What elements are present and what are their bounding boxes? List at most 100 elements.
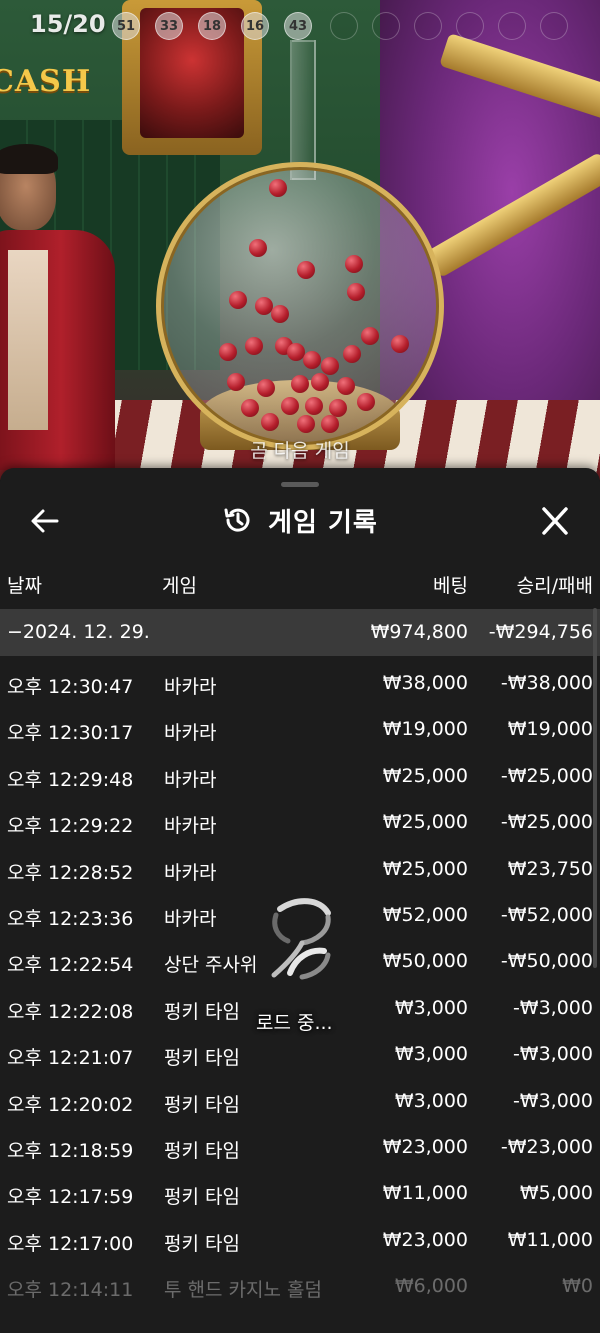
game-history-panel: 게임 기록 날짜 게임 베팅 승리/패배 −2024. 12. 29. ₩974… (0, 468, 600, 1333)
empty-ball-slot (456, 12, 484, 40)
history-row[interactable]: 오후 12:29:22 바카라 ₩25,000 -₩25,000 (0, 799, 600, 845)
lottery-ball (227, 373, 245, 391)
row-time: 오후 12:29:48 (7, 768, 134, 791)
lottery-ball (337, 377, 355, 395)
lottery-ball (229, 291, 247, 309)
history-row[interactable]: 오후 12:21:07 펑키 타임 ₩3,000 -₩3,000 (0, 1031, 600, 1077)
row-time: 오후 12:17:59 (7, 1186, 134, 1209)
column-header-result[interactable]: 승리/패배 (517, 571, 593, 598)
empty-ball-slot (498, 12, 526, 40)
row-bet: ₩23,000 (382, 1228, 468, 1251)
row-result: -₩38,000 (500, 672, 593, 694)
row-game: 바카라 (164, 768, 217, 791)
row-game: 바카라 (164, 676, 217, 698)
row-result: -₩23,000 (500, 1136, 593, 1158)
row-game: 펑키 타임 (164, 1186, 240, 1209)
row-time: 오후 12:23:36 (7, 908, 134, 930)
row-game: 펑키 타임 (164, 1232, 240, 1255)
row-result: -₩25,000 (500, 811, 593, 834)
row-result: -₩3,000 (512, 1089, 593, 1112)
lottery-ball (269, 179, 287, 197)
row-time: 오후 12:17:00 (7, 1232, 134, 1255)
history-row[interactable]: 오후 12:17:00 펑키 타임 ₩23,000 ₩11,000 (0, 1217, 600, 1263)
lottery-ball (271, 305, 289, 323)
row-bet: ₩3,000 (394, 1089, 468, 1112)
lottery-ball (357, 393, 375, 411)
row-bet: ₩6,000 (394, 1275, 468, 1298)
row-time: 오후 12:14:11 (7, 1279, 134, 1302)
row-result: ₩19,000 (507, 718, 593, 741)
lottery-ball (311, 373, 329, 391)
row-time: 오후 12:28:52 (7, 861, 134, 884)
lottery-ball (321, 415, 339, 433)
history-row[interactable]: 오후 12:14:11 투 핸드 카지노 홀덤 ₩6,000 ₩0 (0, 1263, 600, 1309)
row-result: ₩23,750 (507, 857, 593, 880)
row-bet: ₩23,000 (382, 1136, 468, 1158)
history-row[interactable]: 오후 12:17:59 펑키 타임 ₩11,000 ₩5,000 (0, 1170, 600, 1216)
lottery-ball (305, 397, 323, 415)
row-bet: ₩3,000 (394, 996, 468, 1019)
row-game: 펑키 타임 (164, 1000, 240, 1023)
panel-header: 게임 기록 (0, 496, 600, 544)
column-header-bet[interactable]: 베팅 (433, 571, 468, 598)
history-row[interactable]: 오후 12:30:47 바카라 ₩38,000 -₩38,000 (0, 660, 600, 706)
empty-ball-slot (372, 12, 400, 40)
date-group-summary-row[interactable]: −2024. 12. 29. ₩974,800 -₩294,756 (0, 609, 600, 656)
round-counter: 15/20 (30, 10, 106, 38)
drawn-ball: 18 (198, 12, 226, 40)
history-row[interactable]: 오후 12:20:02 펑키 타임 ₩3,000 -₩3,000 (0, 1078, 600, 1124)
close-button[interactable] (536, 504, 574, 538)
lottery-ball (297, 415, 315, 433)
drag-handle[interactable] (281, 482, 319, 487)
summary-bet: ₩974,800 (370, 621, 468, 643)
loading-text: 로드 중... (256, 1012, 333, 1034)
summary-date: −2024. 12. 29. (7, 621, 150, 643)
row-result: ₩5,000 (519, 1182, 593, 1205)
row-bet: ₩52,000 (382, 904, 468, 926)
row-bet: ₩11,000 (382, 1182, 468, 1205)
lottery-ball (249, 239, 267, 257)
row-game: 바카라 (164, 722, 217, 745)
drawn-ball: 33 (155, 12, 183, 40)
lottery-ball (291, 375, 309, 393)
row-time: 오후 12:29:22 (7, 815, 134, 838)
empty-ball-slot (414, 12, 442, 40)
lottery-ball (321, 357, 339, 375)
scrollbar[interactable] (593, 608, 597, 968)
row-time: 오후 12:20:02 (7, 1093, 134, 1116)
row-game: 상단 주사위 (164, 954, 258, 977)
lottery-ball (303, 351, 321, 369)
history-row[interactable]: 오후 12:18:59 펑키 타임 ₩23,000 -₩23,000 (0, 1124, 600, 1170)
row-bet: ₩25,000 (382, 857, 468, 880)
empty-ball-slot (330, 12, 358, 40)
drawn-ball: 51 (112, 12, 140, 40)
arrow-left-icon (31, 509, 59, 533)
row-game: 펑키 타임 (164, 1093, 240, 1116)
history-row[interactable]: 오후 12:29:48 바카라 ₩25,000 -₩25,000 (0, 753, 600, 799)
next-game-caption: 곧 다음 게임 (250, 440, 350, 462)
row-bet: ₩25,000 (382, 811, 468, 834)
loading-spinner-icon (271, 898, 331, 980)
row-result: -₩52,000 (500, 904, 593, 926)
panel-title: 게임 기록 (268, 507, 378, 538)
live-video-stage: CASH 15/20 51 33 18 16 43 곧 다음 게임 (0, 0, 600, 480)
column-header-game[interactable]: 게임 (162, 571, 197, 598)
row-result: ₩0 (562, 1275, 593, 1298)
lottery-ball (343, 345, 361, 363)
row-time: 오후 12:18:59 (7, 1140, 134, 1162)
row-time: 오후 12:30:47 (7, 676, 134, 698)
lottery-ball (241, 399, 259, 417)
back-button[interactable] (28, 504, 62, 538)
drawn-ball: 16 (241, 12, 269, 40)
row-result: -₩25,000 (500, 764, 593, 787)
cash-sign: CASH (0, 64, 92, 99)
history-row[interactable]: 오후 12:28:52 바카라 ₩25,000 ₩23,750 (0, 846, 600, 892)
column-header-date[interactable]: 날짜 (7, 571, 42, 598)
row-result: -₩50,000 (500, 950, 593, 973)
summary-result: -₩294,756 (488, 621, 593, 643)
lottery-ball (361, 327, 379, 345)
lottery-ball (391, 335, 409, 353)
history-row[interactable]: 오후 12:30:17 바카라 ₩19,000 ₩19,000 (0, 706, 600, 752)
row-result: ₩11,000 (507, 1228, 593, 1251)
row-bet: ₩25,000 (382, 764, 468, 787)
